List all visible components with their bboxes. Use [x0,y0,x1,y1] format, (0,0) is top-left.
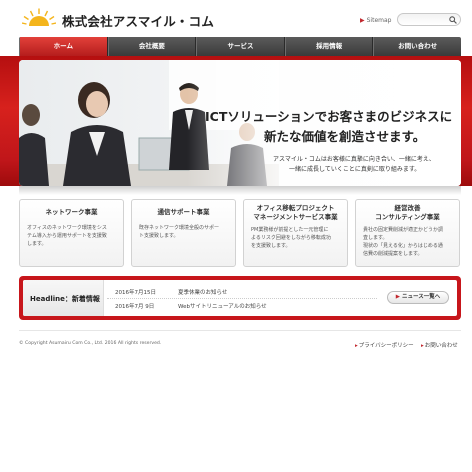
service-title: ネットワーク事業 [45,208,98,216]
sitemap-link[interactable]: ▶ Sitemap [360,17,391,24]
desc-line: 信費の削減提案をします。 [363,251,423,257]
company-name[interactable]: 株式会社アスマイル・コム [62,11,214,30]
hero-headline-line2: 新たな価値を創造させます。 [264,129,426,144]
hero-subtext-line2: 一緒に成長していくことに真剣に取り組みます。 [289,166,421,173]
service-desc: 既存ネットワーク環境全般のサポー ト支援致します。 [139,224,231,240]
hero-subtext-line1: アスマイル・コムはお客様に真摯に向き合い、一緒に考え、 [273,156,435,163]
chevron-right-icon: ▸ [355,343,358,349]
footer-contact-link[interactable]: ▸お問い合わせ [421,341,458,349]
service-title: オフィス移転プロジェクト マネージメントサービス事業 [244,204,347,222]
hero-shadow [19,186,461,195]
search-icon[interactable] [449,16,457,24]
desc-line: 貴社の固定費削減が適正かどうか調 [363,227,444,233]
service-desc: オフィスのネットワーク環境をシス テム導入から運用サポートを支援致 します。 [27,224,119,248]
nav-item-services[interactable]: サービス [196,37,285,56]
title-line: オフィス移転プロジェクト [256,204,335,212]
copyright-text: © Copyright Asumairu Com Co., Ltd. 2016 … [19,341,162,346]
news-title-link[interactable]: Webサイトリニューアルのお知らせ [178,302,267,310]
news-title-link[interactable]: 夏季休業のお知らせ [178,288,227,296]
title-line: マネージメントサービス事業 [253,213,338,221]
news-date: 2016年7月15日 [115,290,156,296]
service-box-support[interactable]: 通信サポート事業 既存ネットワーク環境全般のサポー ト支援致します。 [131,199,236,267]
footer-contact-label: お問い合わせ [424,343,458,349]
title-line: 経営改善 [394,204,421,212]
news-list-button[interactable]: ▶ ニュース一覧へ [387,291,449,304]
service-box-network[interactable]: ネットワーク事業 オフィスのネットワーク環境をシス テム導入から運用サポートを支… [19,199,124,267]
service-box-office-relocation[interactable]: オフィス移転プロジェクト マネージメントサービス事業 PM業務様が前提とした一元… [243,199,348,267]
desc-line: よるリスク回避をしながら移転成功 [251,235,331,241]
news-list-label: ニュース一覧へ [402,294,441,300]
desc-line: PM業務様が前提とした一元管理に [251,227,329,233]
chevron-right-icon: ▶ [395,294,400,300]
service-title: 通信サポート事業 [157,208,210,216]
news-date: 2016年7月 9日 [115,304,155,310]
news-divider [107,298,377,299]
main-nav: ホーム 会社概要 サービス 採用情報 お問い合わせ [19,37,461,56]
desc-line: ト支援致します。 [139,233,179,239]
nav-item-home[interactable]: ホーム [19,37,108,56]
nav-item-recruit[interactable]: 採用情報 [284,37,374,56]
service-box-consulting[interactable]: 経営改善 コンサルティング事業 貴社の固定費削減が適正かどうか調 査します。 現… [355,199,460,267]
service-title: 経営改善 コンサルティング事業 [356,204,459,222]
desc-line: します。 [27,241,47,247]
desc-line: オフィスのネットワーク環境をシス [27,225,107,231]
privacy-policy-link[interactable]: ▸プライバシーポリシー [355,341,414,349]
service-desc: 貴社の固定費削減が適正かどうか調 査します。 現状の「見える化」からはじめる通 … [363,226,455,258]
chevron-right-icon: ▶ [360,17,365,24]
desc-line: を支援致します。 [251,243,291,249]
title-line: コンサルティング事業 [375,213,440,221]
nav-item-company[interactable]: 会社概要 [107,37,197,56]
desc-line: テム導入から運用サポートを支援致 [27,233,107,239]
desc-line: 査します。 [363,235,388,241]
footer-divider [19,330,461,331]
headline-label: Headline：新着情報 [30,295,100,303]
desc-line: 現状の「見える化」からはじめる通 [363,243,443,249]
sun-logo-icon [22,8,56,26]
service-desc: PM業務様が前提とした一元管理に よるリスク回避をしながら移転成功 を支援致しま… [251,226,343,250]
nav-item-contact[interactable]: お問い合わせ [373,37,461,56]
desc-line: 既存ネットワーク環境全般のサポー [139,225,220,231]
privacy-policy-label: プライバシーポリシー [358,343,414,349]
sitemap-label: Sitemap [366,17,392,24]
hero-headline-line1: ICTソリューションでお客さまのビジネスに [205,109,453,124]
chevron-right-icon: ▸ [421,343,424,349]
